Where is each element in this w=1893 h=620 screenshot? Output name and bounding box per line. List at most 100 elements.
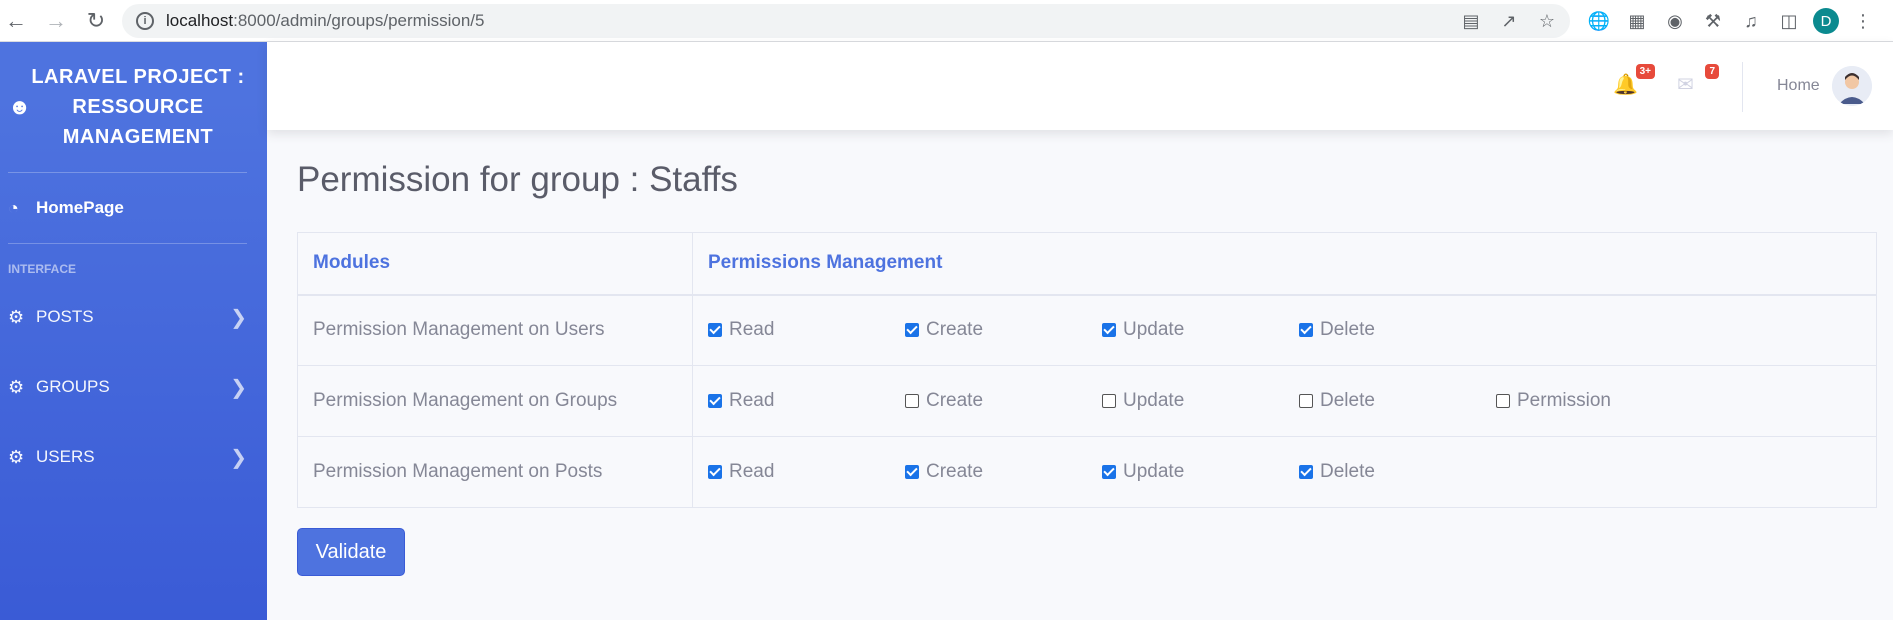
- perm-groups-create[interactable]: Create: [905, 390, 1102, 412]
- checkbox[interactable]: [708, 465, 722, 479]
- sidebar-heading: INTERFACE: [8, 262, 77, 276]
- sidebar-item-users[interactable]: ⚙ USERS ❯: [0, 422, 267, 492]
- checkbox[interactable]: [905, 465, 919, 479]
- reload-icon[interactable]: ↻: [80, 5, 112, 37]
- cog-icon: ⚙: [8, 376, 25, 397]
- cog-icon: ⚙: [8, 306, 25, 327]
- perm-label: Create: [926, 319, 984, 341]
- perm-label: Read: [729, 319, 775, 341]
- checkbox[interactable]: [708, 394, 722, 408]
- perm-groups-update[interactable]: Update: [1102, 390, 1299, 412]
- perm-label: Create: [926, 461, 984, 482]
- column-header-permissions: Permissions Management: [692, 232, 1877, 296]
- permissions-cell: Read Create Update Delete: [692, 436, 1877, 508]
- perm-label: Update: [1123, 390, 1185, 411]
- avatar: [1831, 66, 1872, 106]
- checkbox[interactable]: [1299, 323, 1313, 338]
- profile-avatar[interactable]: D: [1813, 8, 1839, 34]
- perm-label: Delete: [1320, 390, 1375, 411]
- table-row: Permission Management on Groups Read Cre…: [297, 365, 1877, 437]
- perm-label: Delete: [1320, 461, 1375, 482]
- user-dropdown[interactable]: Home: [1777, 66, 1872, 106]
- browser-toolbar: ← → ↻ i localhost:8000/admin/groups/perm…: [0, 0, 1893, 42]
- perm-groups-delete[interactable]: Delete: [1299, 390, 1496, 412]
- media-queue-icon[interactable]: ♫: [1737, 4, 1765, 38]
- forward-icon[interactable]: →: [40, 5, 72, 37]
- side-panel-icon[interactable]: ◫: [1775, 4, 1803, 38]
- tachometer-icon: ◔: [8, 197, 19, 218]
- permissions-cell: Read Create Update Delete Permission: [692, 365, 1877, 437]
- module-name: Permission Management on Posts: [297, 436, 693, 508]
- sidebar-item-label: POSTS: [36, 307, 94, 326]
- perm-label: Update: [1123, 319, 1185, 341]
- puzzle-extensions-icon[interactable]: ⚒: [1699, 4, 1727, 38]
- sidebar-item-groups[interactable]: ⚙ GROUPS ❯: [0, 352, 267, 422]
- perm-users-create[interactable]: Create: [905, 319, 1102, 341]
- translate-icon[interactable]: ▤: [1458, 8, 1484, 34]
- sidebar-brand[interactable]: ☻ LARAVEL PROJECT : RESSOURCE MANAGEMENT: [0, 42, 267, 172]
- perm-users-read[interactable]: Read: [708, 319, 905, 341]
- perm-groups-read[interactable]: Read: [708, 390, 905, 412]
- messages-envelope-icon[interactable]: ✉ 7: [1677, 64, 1719, 102]
- table-row: Permission Management on Posts Read Crea…: [297, 436, 1877, 508]
- address-bar[interactable]: i localhost:8000/admin/groups/permission…: [122, 4, 1570, 38]
- share-icon[interactable]: ↗: [1496, 8, 1522, 34]
- perm-posts-create[interactable]: Create: [905, 461, 1102, 483]
- perm-posts-update[interactable]: Update: [1102, 461, 1299, 483]
- validate-button[interactable]: Validate: [297, 528, 405, 576]
- checkbox[interactable]: [1299, 394, 1313, 408]
- sidebar-item-label: USERS: [36, 447, 95, 466]
- checkbox[interactable]: [708, 323, 722, 338]
- perm-label: Delete: [1320, 319, 1375, 341]
- sidebar-divider: [8, 243, 247, 244]
- perm-groups-permission[interactable]: Permission: [1496, 390, 1693, 412]
- site-info-icon[interactable]: i: [136, 12, 154, 30]
- laugh-wink-icon: ☻: [8, 94, 32, 119]
- user-name: Home: [1777, 77, 1820, 94]
- checkbox[interactable]: [905, 323, 919, 338]
- perm-posts-delete[interactable]: Delete: [1299, 461, 1496, 483]
- table-header-row: Modules Permissions Management: [297, 232, 1877, 296]
- page-title: Permission for group : Staffs: [297, 160, 738, 199]
- sidebar-item-posts[interactable]: ⚙ POSTS ❯: [0, 282, 267, 352]
- checkbox[interactable]: [1102, 323, 1116, 338]
- checkbox[interactable]: [1496, 394, 1510, 408]
- perm-label: Read: [729, 461, 775, 482]
- perm-users-update[interactable]: Update: [1102, 319, 1299, 341]
- alerts-bell-icon[interactable]: 🔔 3+: [1613, 64, 1655, 102]
- perm-label: Permission: [1517, 390, 1611, 411]
- sidebar-item-label: GROUPS: [36, 377, 110, 396]
- bookmark-star-icon[interactable]: ☆: [1534, 8, 1560, 34]
- brand-text: LARAVEL PROJECT : RESSOURCE MANAGEMENT: [31, 66, 245, 148]
- perm-posts-read[interactable]: Read: [708, 461, 905, 483]
- module-name: Permission Management on Users: [297, 294, 693, 366]
- topbar-divider: [1742, 62, 1743, 112]
- perm-users-delete[interactable]: Delete: [1299, 319, 1496, 341]
- checkbox[interactable]: [1102, 394, 1116, 408]
- news-extension-icon[interactable]: ▦: [1623, 4, 1651, 38]
- permissions-table: Modules Permissions Management Permissio…: [297, 232, 1877, 508]
- checkbox[interactable]: [905, 394, 919, 408]
- sidebar-item-label: HomePage: [36, 198, 124, 217]
- menu-kebab-icon[interactable]: ⋮: [1849, 4, 1877, 38]
- alerts-badge: 3+: [1635, 64, 1655, 79]
- perm-label: Read: [729, 390, 775, 411]
- back-icon[interactable]: ←: [0, 5, 32, 37]
- globe-extension-icon[interactable]: 🌐: [1585, 4, 1613, 38]
- camera-extension-icon[interactable]: ◉: [1661, 4, 1689, 38]
- main-content: Permission for group : Staffs Modules Pe…: [297, 130, 1877, 576]
- chevron-right-icon: ❯: [230, 306, 247, 329]
- permissions-cell: Read Create Update Delete: [692, 294, 1877, 366]
- messages-badge: 7: [1705, 64, 1719, 79]
- url-text[interactable]: localhost:8000/admin/groups/permission/5: [166, 11, 484, 31]
- chevron-right-icon: ❯: [230, 446, 247, 469]
- column-header-modules: Modules: [297, 232, 693, 296]
- topbar: 🔔 3+ ✉ 7 Home: [267, 42, 1893, 130]
- checkbox[interactable]: [1102, 465, 1116, 479]
- checkbox[interactable]: [1299, 465, 1313, 479]
- sidebar-item-homepage[interactable]: ◔ HomePage: [0, 173, 267, 243]
- table-row: Permission Management on Users Read Crea…: [297, 294, 1877, 366]
- sidebar: ☻ LARAVEL PROJECT : RESSOURCE MANAGEMENT…: [0, 42, 267, 620]
- cog-icon: ⚙: [8, 446, 25, 467]
- module-name: Permission Management on Groups: [297, 365, 693, 437]
